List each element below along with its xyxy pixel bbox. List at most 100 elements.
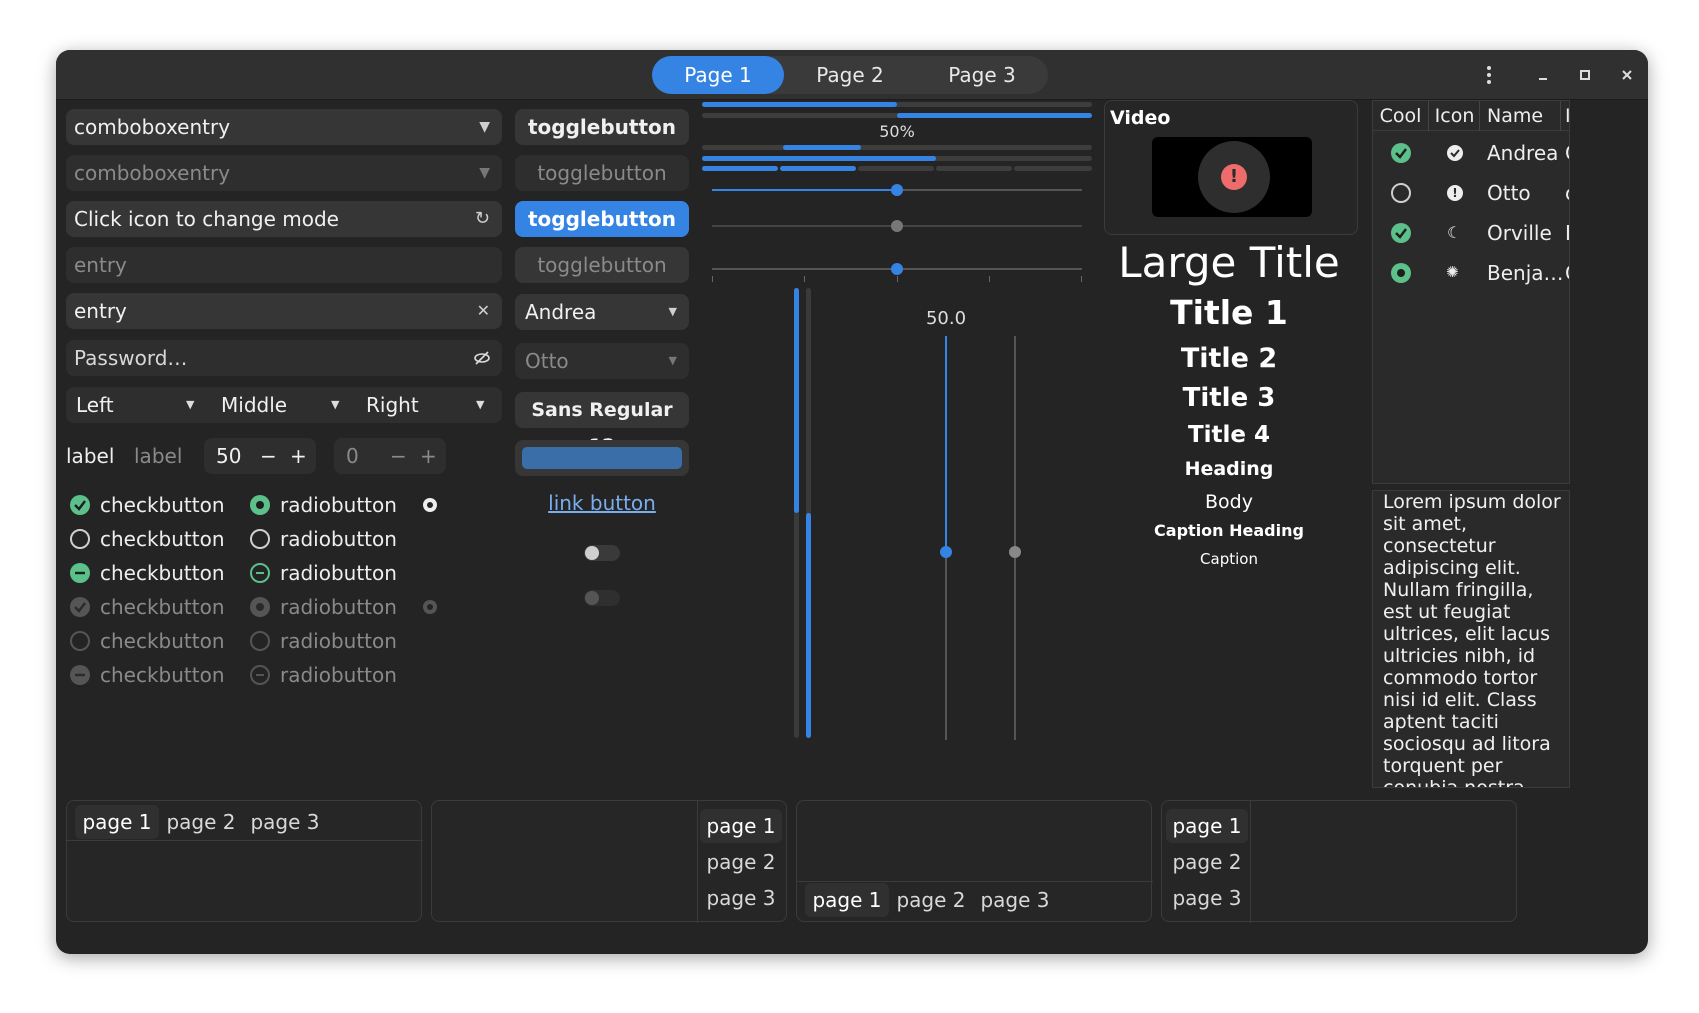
kebab-menu-icon[interactable] [1476,62,1502,88]
row-name: Benja… [1487,261,1564,285]
vslider-1-track[interactable] [940,336,952,740]
tree-header: Cool Icon Name I [1373,101,1569,131]
chevron-down-icon[interactable]: ▼ [479,109,490,145]
password-field[interactable]: Password… [66,340,502,376]
notebook-tab-page-1[interactable]: page 1 [700,809,782,843]
table-row[interactable]: ☾ Orville F [1373,213,1569,253]
progress-area: 50% [702,102,1092,182]
spin-plus-button[interactable]: + [290,438,307,474]
notebook-tab-page-2[interactable]: page 2 [1166,845,1248,879]
radiobutton-mixed[interactable]: radiobutton [250,558,450,588]
link-button[interactable]: link button [515,486,689,520]
caption: Caption [1200,550,1258,568]
radiobutton-label: radiobutton [280,595,397,619]
align-left-combo[interactable]: Left ▼ [66,387,211,423]
mode-entry[interactable]: Click icon to change mode ↻ [66,201,502,237]
spinbutton-2-value: 0 [346,444,359,468]
column-header-name[interactable]: Name [1481,101,1561,131]
color-button[interactable] [515,440,689,476]
radio-on-icon[interactable] [1391,263,1411,283]
table-row[interactable]: ✺ Benja… C [1373,253,1569,293]
table-row[interactable]: Andrea C [1373,133,1569,173]
tab-page-1[interactable]: Page 1 [652,56,784,94]
align-middle-label: Middle [221,393,288,417]
vslider-2-track[interactable] [1009,336,1021,740]
hslider-1-track[interactable] [712,184,1082,196]
notebook-tab-page-2[interactable]: page 2 [889,883,973,917]
header-bar: Page 1 Page 2 Page 3 [56,50,1648,100]
checkbutton-mixed[interactable]: checkbutton [70,558,250,588]
spinbutton-1-value: 50 [216,444,242,468]
table-row[interactable]: ! Otto c [1373,173,1569,213]
title-3: Title 3 [1182,383,1276,413]
eye-hidden-icon[interactable] [474,340,490,380]
check-mixed-icon [70,665,90,685]
video-player[interactable]: ! [1152,137,1312,217]
checkbutton-label: checkbutton [100,663,225,687]
hslider-3-marks[interactable] [712,263,1082,282]
label-2-dim: label [134,444,183,468]
spinbutton-1[interactable]: 50 − + [204,438,316,474]
row-extra: c [1565,173,1569,213]
notebook-tab-page-3[interactable]: page 3 [243,805,327,839]
check-on-icon[interactable] [1391,223,1411,243]
font-button[interactable]: Sans Regular 12 [515,392,689,457]
comboboxentry-1[interactable]: comboboxentry ▼ [66,109,502,145]
entry-field[interactable]: entry ✕ [66,293,502,329]
tab-page-3[interactable]: Page 3 [916,56,1048,94]
notebook-tab-page-3[interactable]: page 3 [1166,881,1248,915]
checkbutton-unchecked[interactable]: checkbutton [70,524,250,554]
check-on-icon[interactable] [1391,143,1411,163]
radio-indicator-disabled-icon [423,600,437,614]
close-icon[interactable] [1614,62,1640,88]
slider-knob[interactable] [1009,546,1021,558]
clear-icon[interactable]: ✕ [477,293,490,329]
switch-off[interactable] [584,545,620,561]
notebook-divider [797,881,1153,882]
maximize-icon[interactable] [1572,62,1598,88]
minimize-icon[interactable] [1530,62,1556,88]
app-window: Page 1 Page 2 Page 3 comboboxentry ▼ com… [56,50,1648,954]
togglebutton-3-active[interactable]: togglebutton [515,201,689,237]
slider-knob[interactable] [891,184,903,196]
notebook-tab-page-2[interactable]: page 2 [700,845,782,879]
notebook-tab-page-1[interactable]: page 1 [75,805,159,839]
togglebutton-1[interactable]: togglebutton [515,109,689,145]
refresh-icon[interactable]: ↻ [475,201,490,237]
level-bar-segmented [702,166,1092,171]
align-middle-combo[interactable]: Middle ▼ [211,387,356,423]
video-frame: Video ! [1104,100,1358,235]
spin-minus-button[interactable]: − [260,438,277,474]
checkbutton-checked[interactable]: checkbutton [70,490,250,520]
combo-andrea[interactable]: Andrea ▼ [515,294,689,330]
radiobutton-group: radiobutton radiobutton radiobutton radi… [250,490,450,700]
entry-placeholder-field[interactable]: entry [66,247,502,283]
radiobutton-unchecked[interactable]: radiobutton [250,524,450,554]
align-right-combo[interactable]: Right ▼ [356,387,502,423]
slider-knob[interactable] [940,546,952,558]
notebook-tab-page-3[interactable]: page 3 [973,883,1057,917]
label-1: label [66,444,115,468]
radiobutton-label: radiobutton [280,663,397,687]
large-title: Large Title [1118,238,1340,287]
level-segment [780,166,856,171]
radio-indicator-icon[interactable] [423,498,437,512]
text-view[interactable]: Lorem ipsum dolor sit amet, consectetur … [1372,490,1570,788]
notebook-right: page 1 page 2 page 3 [431,800,787,923]
body-text: Body [1205,491,1253,513]
column-header-icon[interactable]: Icon [1430,101,1480,131]
radiobutton-mixed-disabled: radiobutton [250,660,450,690]
notebook-tab-page-2[interactable]: page 2 [159,805,243,839]
combo-otto-disabled: Otto ▼ [515,343,689,379]
check-off-icon[interactable] [1391,183,1411,203]
slider-knob[interactable] [891,263,903,275]
column-header-extra[interactable]: I [1565,101,1569,131]
tab-page-2[interactable]: Page 2 [784,56,916,94]
column-header-cool[interactable]: Cool [1373,101,1429,131]
notebook-tab-page-1[interactable]: page 1 [1166,809,1248,843]
notebook-tab-page-3[interactable]: page 3 [700,881,782,915]
radiobutton-checked[interactable]: radiobutton [250,490,450,520]
heading: Heading [1184,458,1274,480]
notebook-tab-page-1[interactable]: page 1 [805,883,889,917]
error-icon: ! [1221,164,1247,190]
